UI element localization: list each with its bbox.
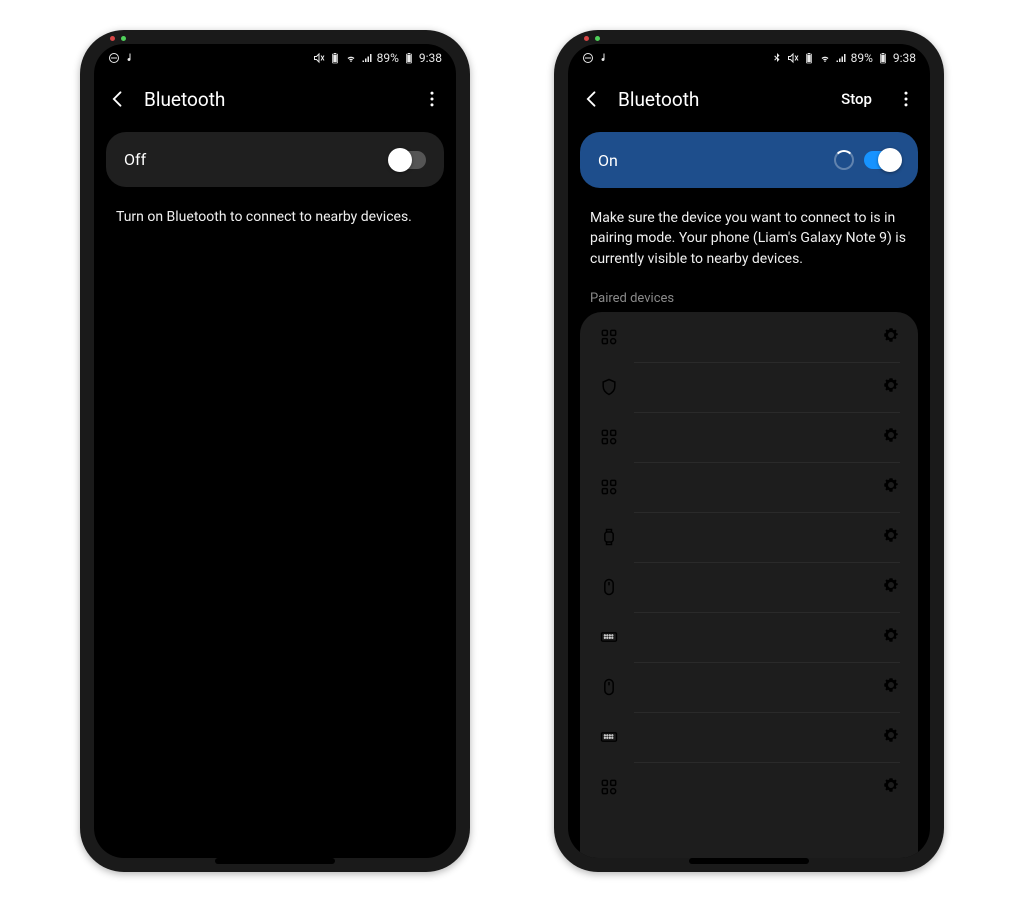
device-row[interactable] — [580, 312, 918, 362]
battery-saver-icon — [803, 52, 815, 64]
grid-icon — [598, 777, 620, 797]
body-text: Make sure the device you want to connect… — [568, 194, 930, 283]
more-icon[interactable] — [896, 89, 916, 109]
keyboard-icon — [598, 627, 620, 647]
battery-icon — [877, 52, 889, 64]
toggle-label: On — [598, 151, 618, 170]
statusbar: 89% 9:38 — [568, 44, 930, 72]
dnd-icon — [108, 52, 120, 64]
toggle-label: Off — [124, 150, 146, 169]
toggle-switch[interactable] — [390, 151, 426, 169]
titlebar: Bluetooth Stop — [568, 72, 930, 126]
paired-devices-list — [580, 312, 918, 858]
more-icon[interactable] — [422, 89, 442, 109]
bluetooth-toggle-card[interactable]: On — [580, 132, 918, 188]
device-settings-button[interactable] — [882, 626, 900, 648]
signal-icon — [835, 52, 847, 64]
scanning-spinner-icon — [834, 150, 854, 170]
page-title: Bluetooth — [144, 88, 406, 111]
device-settings-button[interactable] — [882, 676, 900, 698]
grid-icon — [598, 477, 620, 497]
wifi-icon — [345, 52, 357, 64]
device-settings-button[interactable] — [882, 526, 900, 548]
device-settings-button[interactable] — [882, 326, 900, 348]
phone-left: 89% 9:38 Bluetooth Off Turn on Bluetooth… — [80, 30, 470, 872]
device-row[interactable] — [580, 462, 918, 512]
device-row[interactable] — [580, 662, 918, 712]
shield-icon — [598, 377, 620, 397]
device-row[interactable] — [580, 612, 918, 662]
music-icon — [126, 52, 138, 64]
mouse-icon — [598, 577, 620, 597]
grid-icon — [598, 427, 620, 447]
device-settings-button[interactable] — [882, 376, 900, 398]
device-row[interactable] — [580, 562, 918, 612]
back-icon[interactable] — [108, 89, 128, 109]
device-row[interactable] — [580, 512, 918, 562]
grid-icon — [598, 327, 620, 347]
phone-right: 89% 9:38 Bluetooth Stop On Make sure the… — [554, 30, 944, 872]
device-row[interactable] — [580, 362, 918, 412]
dnd-icon — [582, 52, 594, 64]
mute-icon — [313, 52, 325, 64]
clock-text: 9:38 — [893, 51, 916, 65]
back-icon[interactable] — [582, 89, 602, 109]
body-text: Turn on Bluetooth to connect to nearby d… — [94, 193, 456, 241]
titlebar: Bluetooth — [94, 72, 456, 126]
bluetooth-toggle-card[interactable]: Off — [106, 132, 444, 187]
device-row[interactable] — [580, 762, 918, 812]
music-icon — [600, 52, 612, 64]
battery-icon — [403, 52, 415, 64]
section-label: Paired devices — [568, 283, 930, 312]
device-row[interactable] — [580, 412, 918, 462]
stop-button[interactable]: Stop — [841, 90, 872, 108]
signal-icon — [361, 52, 373, 64]
battery-text: 89% — [851, 51, 873, 65]
battery-saver-icon — [329, 52, 341, 64]
device-settings-button[interactable] — [882, 726, 900, 748]
mute-icon — [787, 52, 799, 64]
device-settings-button[interactable] — [882, 576, 900, 598]
clock-text: 9:38 — [419, 51, 442, 65]
page-title: Bluetooth — [618, 88, 825, 111]
toggle-switch[interactable] — [864, 151, 900, 169]
device-settings-button[interactable] — [882, 426, 900, 448]
keyboard-icon — [598, 727, 620, 747]
device-settings-button[interactable] — [882, 776, 900, 798]
bluetooth-icon — [771, 52, 783, 64]
statusbar: 89% 9:38 — [94, 44, 456, 72]
device-row[interactable] — [580, 712, 918, 762]
watch-icon — [598, 527, 620, 547]
battery-text: 89% — [377, 51, 399, 65]
wifi-icon — [819, 52, 831, 64]
mouse-icon — [598, 677, 620, 697]
device-settings-button[interactable] — [882, 476, 900, 498]
